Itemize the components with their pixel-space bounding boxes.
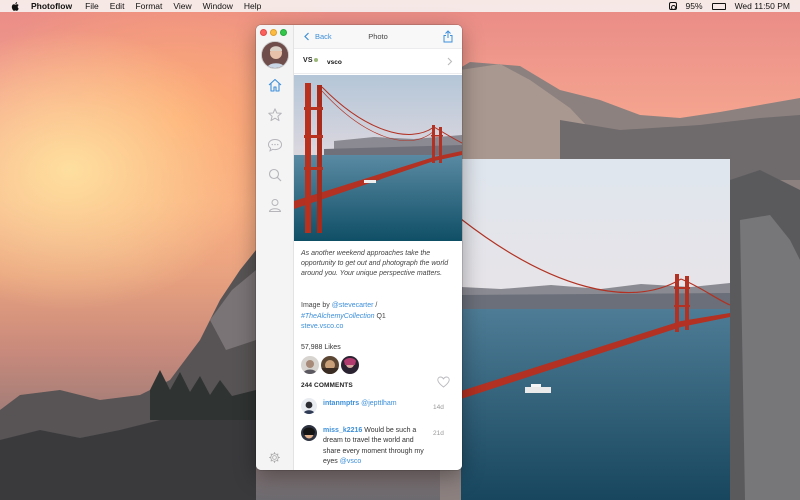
comment-body: intanmptrs @jepttlham (323, 399, 427, 409)
comment-time: 21d (433, 430, 444, 437)
liker-avatar[interactable] (341, 356, 359, 374)
account-logo: VS (303, 57, 318, 64)
credit-user-link[interactable]: @stevecarter (332, 302, 374, 309)
settings-icon[interactable] (268, 451, 281, 464)
account-logo-dot (313, 58, 318, 62)
battery-percent: 95% (685, 1, 703, 11)
comment-avatar[interactable] (301, 425, 317, 441)
window-title: Photo (368, 32, 388, 41)
main-content: Back Photo VS vsco As another weekend ap… (294, 25, 462, 470)
zoom-button[interactable] (280, 29, 287, 36)
home-icon[interactable] (267, 77, 283, 93)
comment-avatar[interactable] (301, 398, 317, 414)
search-icon[interactable] (267, 167, 283, 183)
sidebar (256, 25, 294, 470)
liker-avatar[interactable] (301, 356, 319, 374)
comment-mention[interactable]: @vsco (340, 458, 362, 465)
chat-icon[interactable] (267, 137, 283, 153)
post-credit: Image by @stevecarter / #TheAlchemyColle… (301, 301, 457, 333)
app-window: Back Photo VS vsco As another weekend ap… (256, 25, 462, 470)
menu-bar: Photoflow File Edit Format View Window H… (0, 0, 800, 12)
apple-icon[interactable] (10, 1, 21, 12)
star-icon[interactable] (267, 107, 283, 123)
menu-view[interactable]: View (173, 1, 191, 11)
comment-mention[interactable]: @jepttlham (361, 400, 397, 407)
comment-item: miss_k2216 Would be such a dream to trav… (301, 425, 457, 470)
comment-item: intanmptrs @jepttlham 14d (301, 398, 457, 420)
comments-header: 244 COMMENTS (301, 382, 353, 389)
menu-format[interactable]: Format (135, 1, 162, 11)
credit-prefix: Image by (301, 302, 332, 309)
menu-window[interactable]: Window (203, 1, 233, 11)
account-name: vsco (327, 59, 342, 66)
comment-body: miss_k2216 Would be such a dream to trav… (323, 426, 427, 468)
comment-time: 14d (433, 404, 444, 411)
menu-edit[interactable]: Edit (110, 1, 125, 11)
menu-file[interactable]: File (85, 1, 99, 11)
menu-help[interactable]: Help (244, 1, 261, 11)
minimize-button[interactable] (270, 29, 277, 36)
credit-hashtag-link[interactable]: #TheAlchemyCollection (301, 313, 375, 320)
credit-separator: / (373, 302, 378, 309)
app-menu[interactable]: Photoflow (31, 1, 72, 11)
menu-clock[interactable]: Wed 11:50 PM (735, 1, 790, 11)
share-icon[interactable] (442, 30, 454, 43)
post-photo[interactable] (294, 75, 462, 241)
user-avatar[interactable] (261, 41, 289, 69)
credit-site-link[interactable]: steve.vsco.co (301, 323, 343, 330)
battery-icon[interactable] (711, 2, 726, 10)
comment-username[interactable]: miss_k2216 (323, 427, 362, 434)
account-logo-text: VS (303, 57, 313, 64)
chevron-right-icon (447, 57, 453, 66)
liker-avatar[interactable] (321, 356, 339, 374)
window-controls (260, 29, 290, 36)
photo-preview-window[interactable] (461, 159, 730, 500)
comment-username[interactable]: intanmptrs (323, 400, 359, 407)
title-bar: Back Photo (294, 25, 462, 49)
account-header[interactable]: VS vsco (294, 50, 462, 74)
close-button[interactable] (260, 29, 267, 36)
likes-count[interactable]: 57,988 Likes (301, 344, 341, 351)
instagram-icon[interactable] (668, 2, 677, 10)
credit-suffix: Q1 (374, 312, 386, 320)
post-caption: As another weekend approaches take the o… (301, 250, 449, 278)
heart-icon[interactable] (437, 376, 450, 388)
profile-icon[interactable] (267, 197, 283, 213)
